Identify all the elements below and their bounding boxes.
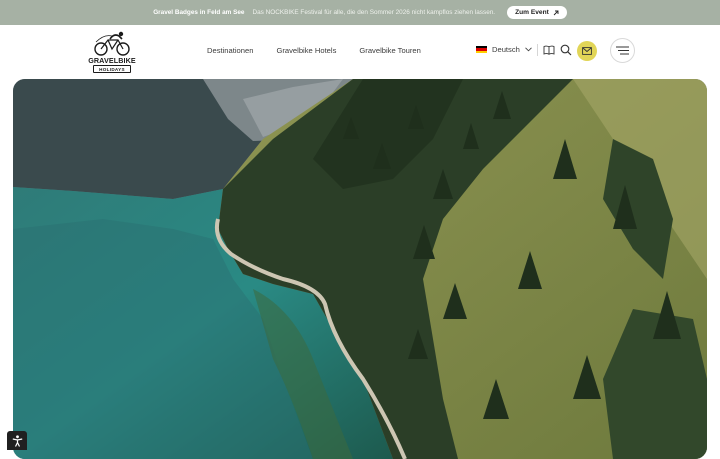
mail-icon [582,47,592,55]
search-icon[interactable] [560,44,572,56]
accessibility-icon [12,434,22,447]
language-label: Deutsch [492,45,520,54]
zum-event-button[interactable]: Zum Event [507,6,567,19]
hero-scene [13,79,707,459]
language-selector[interactable]: Deutsch [476,45,532,54]
nav-item-destinationen[interactable]: Destinationen [207,46,253,55]
chevron-down-icon [525,47,532,52]
logo-sub: HOLIDAYS [93,65,131,73]
logo-brand: GRAVELBIKE [88,56,136,65]
gravelbike-holidays-logo[interactable]: GRAVELBIKE HOLIDAYS [84,30,140,74]
contact-mail-button[interactable] [577,41,597,61]
hero-landscape-image [13,79,707,459]
site-header: GRAVELBIKE HOLIDAYS Destinationen Gravel… [0,25,720,79]
nav-item-gravelbike-touren[interactable]: Gravelbike Touren [359,46,421,55]
nav-item-gravelbike-hotels[interactable]: Gravelbike Hotels [276,46,336,55]
main-nav: Destinationen Gravelbike Hotels Gravelbi… [207,46,421,55]
german-flag-icon [476,46,487,53]
header-divider [537,44,538,56]
announcement-headline: Gravel Badges in Feld am See [153,9,245,16]
arrow-up-right-icon [553,10,559,15]
hamburger-menu-button[interactable] [610,38,635,63]
announcement-bar: Gravel Badges in Feld am See Das NOCKBIK… [0,0,720,25]
book-map-icon[interactable] [543,45,555,55]
zum-event-label: Zum Event [515,9,549,16]
accessibility-button[interactable] [7,431,27,450]
hamburger-menu-icon [616,46,629,55]
cyclist-logo-icon [94,31,130,56]
announcement-text: Das NOCKBIKE Festival für alle, die den … [252,9,496,16]
